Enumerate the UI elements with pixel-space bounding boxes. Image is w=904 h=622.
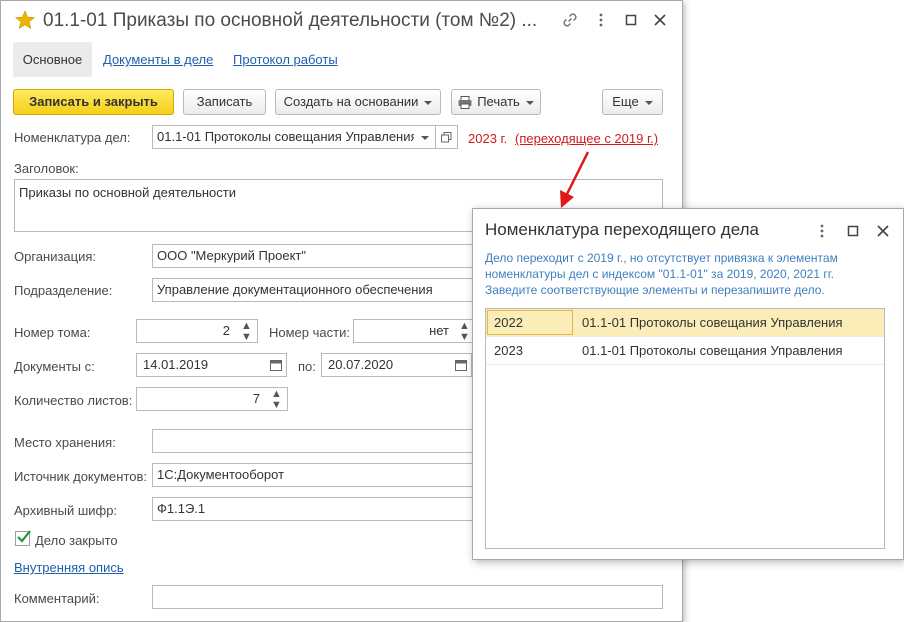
part-label: Номер части: <box>269 325 350 340</box>
heading-label: Заголовок: <box>14 161 79 176</box>
save-and-close-button[interactable]: Записать и закрыть <box>13 89 174 115</box>
department-label: Подразделение: <box>14 283 113 298</box>
docs-from-label: Документы с: <box>14 359 95 374</box>
comment-label: Комментарий: <box>14 591 100 606</box>
nomenclature-label: Номенклатура дел: <box>14 130 131 145</box>
tab-documents[interactable]: Документы в деле <box>103 42 213 77</box>
docs-to-calendar-button[interactable] <box>450 353 472 377</box>
nomenclature-open-button[interactable] <box>436 125 458 149</box>
list-item-year: 2023 <box>494 343 523 358</box>
more-button[interactable]: Еще <box>602 89 663 115</box>
internal-inventory-link[interactable]: Внутренняя опись <box>14 560 124 575</box>
volume-label: Номер тома: <box>14 325 91 340</box>
create-based-on-label: Создать на основании <box>283 94 419 109</box>
maximize-icon[interactable] <box>622 11 640 29</box>
more-vertical-icon[interactable] <box>592 11 610 29</box>
printer-icon <box>458 96 472 110</box>
calendar-icon <box>270 360 282 371</box>
docs-from-field[interactable]: 14.01.2019 <box>136 353 267 377</box>
chevron-down-icon <box>421 136 429 140</box>
docs-to-field[interactable]: 20.07.2020 <box>321 353 452 377</box>
dialog-title: Номенклатура переходящего дела <box>485 220 759 239</box>
chevron-down-icon <box>644 100 653 105</box>
chevron-down-icon <box>424 100 433 105</box>
archive-code-field[interactable]: Ф1.1Э.1 <box>152 497 474 521</box>
create-based-on-button[interactable]: Создать на основании <box>275 89 441 115</box>
list-item[interactable]: 2023 01.1-01 Протоколы совещания Управле… <box>486 337 884 365</box>
archive-code-label: Архивный шифр: <box>14 503 118 518</box>
tab-protocol[interactable]: Протокол работы <box>233 42 338 77</box>
more-label: Еще <box>612 94 639 109</box>
print-label: Печать <box>477 94 520 109</box>
stepper-down-icon[interactable]: ▼ <box>266 400 287 411</box>
source-field[interactable]: 1С:Документооборот <box>152 463 474 487</box>
title-bar: 01.1-01 Приказы по основной деятельности… <box>1 1 682 41</box>
print-button[interactable]: Печать <box>451 89 541 115</box>
case-year: 2023 г. <box>468 131 508 146</box>
nomenclature-field[interactable]: 01.1-01 Протоколы совещания Управления <box>152 125 416 149</box>
more-vertical-icon[interactable] <box>813 222 831 240</box>
star-icon[interactable] <box>15 10 35 30</box>
chevron-down-icon <box>525 100 534 105</box>
checkmark-icon <box>17 530 31 543</box>
case-closed-label: Дело закрыто <box>35 533 118 548</box>
list-item-year: 2022 <box>494 315 523 330</box>
window-title: 01.1-01 Приказы по основной деятельности… <box>43 10 538 31</box>
case-closed-checkbox[interactable] <box>15 530 31 546</box>
sheets-field[interactable]: 7 <box>136 387 267 411</box>
transition-link[interactable]: (переходящее с 2019 г.) <box>515 131 658 146</box>
save-button[interactable]: Записать <box>183 89 266 115</box>
department-field[interactable]: Управление документационного обеспечения <box>152 278 474 302</box>
volume-field[interactable]: 2 <box>136 319 237 343</box>
part-field[interactable]: нет <box>353 319 456 343</box>
source-label: Источник документов: <box>14 469 148 484</box>
volume-stepper[interactable]: ▲ ▼ <box>236 319 258 343</box>
transition-nomenclature-dialog: Номенклатура переходящего дела Дело пере… <box>472 208 904 560</box>
organization-label: Организация: <box>14 249 97 264</box>
sheets-label: Количество листов: <box>14 393 133 408</box>
maximize-icon[interactable] <box>844 222 862 240</box>
stepper-down-icon[interactable]: ▼ <box>236 332 257 343</box>
storage-label: Место хранения: <box>14 435 116 450</box>
docs-from-calendar-button[interactable] <box>265 353 287 377</box>
organization-field[interactable]: ООО "Меркурий Проект" <box>152 244 474 268</box>
link-icon[interactable] <box>561 11 579 29</box>
dialog-message: Дело переходит с 2019 г., но отсутствует… <box>485 251 838 297</box>
comment-field[interactable] <box>152 585 663 609</box>
close-icon[interactable] <box>874 222 892 240</box>
list-item[interactable]: 2022 01.1-01 Протоколы совещания Управле… <box>486 309 884 337</box>
calendar-icon <box>455 360 467 371</box>
list-item-name: 01.1-01 Протоколы совещания Управления <box>582 343 843 358</box>
nomenclature-list: 2022 01.1-01 Протоколы совещания Управле… <box>485 308 885 549</box>
docs-to-label: по: <box>298 359 316 374</box>
nomenclature-dropdown-button[interactable] <box>414 125 436 149</box>
list-item-name: 01.1-01 Протоколы совещания Управления <box>582 315 843 330</box>
sheets-stepper[interactable]: ▲ ▼ <box>266 387 288 411</box>
open-form-icon <box>441 132 452 143</box>
tab-main[interactable]: Основное <box>13 42 92 77</box>
storage-field[interactable] <box>152 429 474 453</box>
close-icon[interactable] <box>651 11 669 29</box>
